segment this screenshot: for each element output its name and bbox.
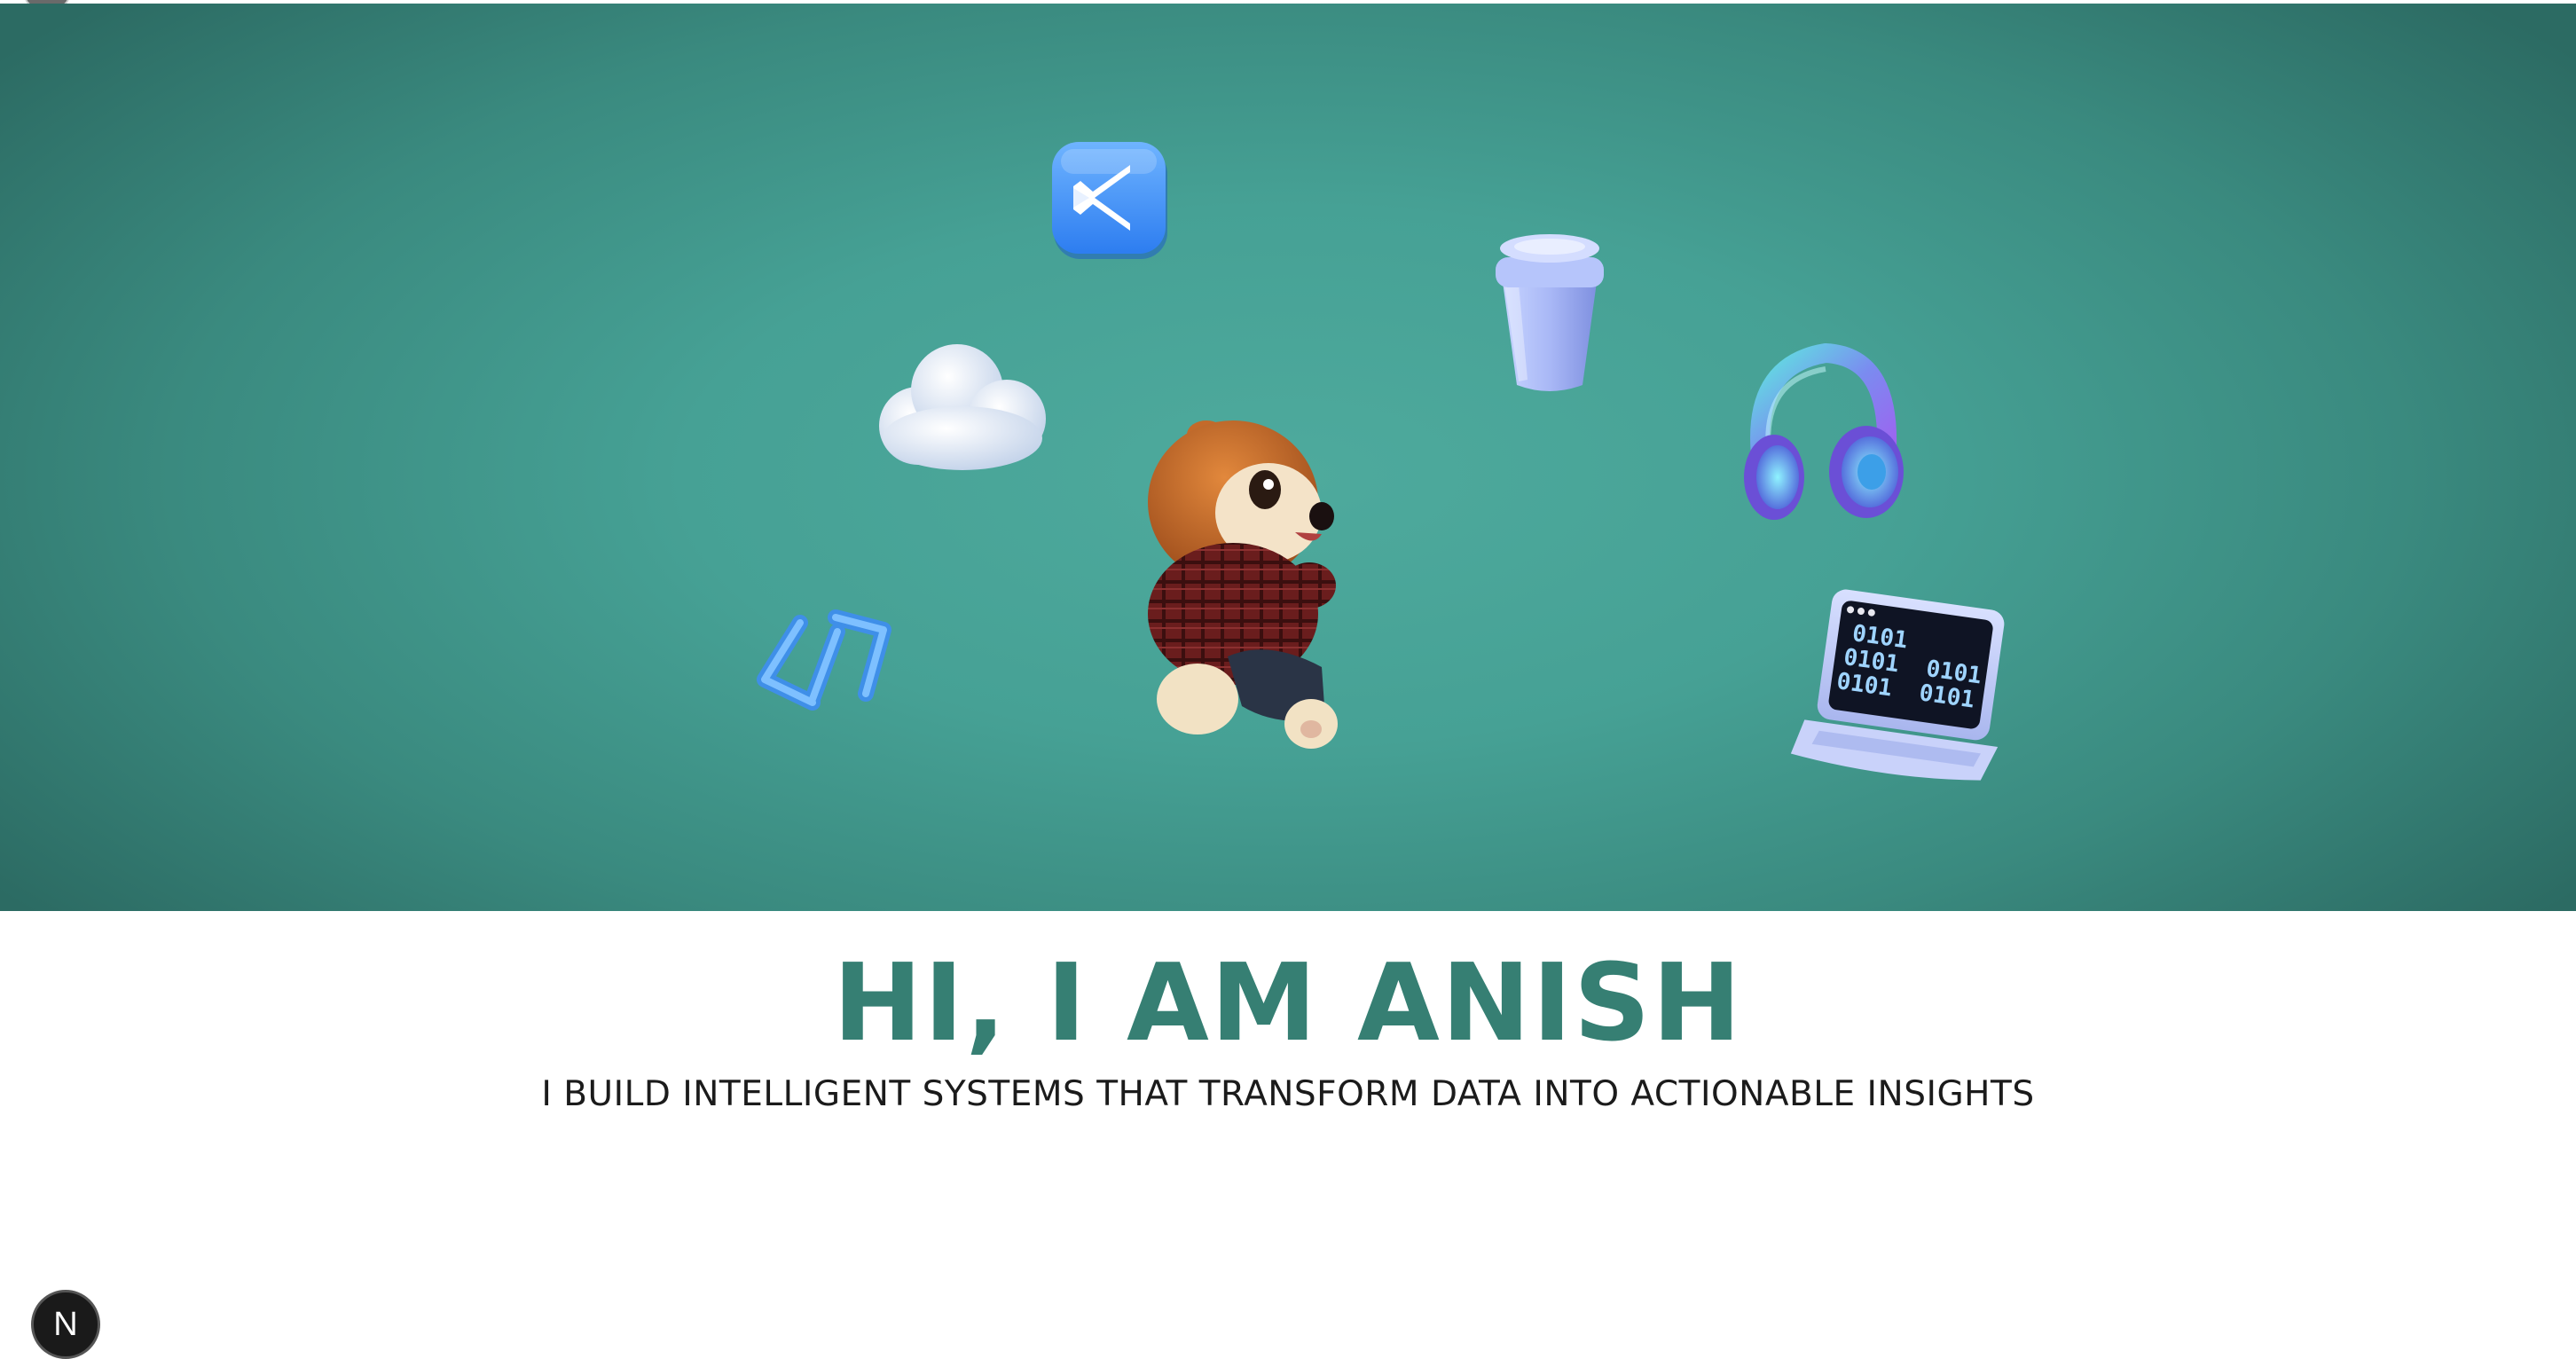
hero-greeting: HI, I AM ANISH — [833, 942, 1743, 1065]
hamster-character — [1135, 417, 1348, 754]
cloud-icon — [865, 334, 1053, 475]
nextjs-dev-indicator-button[interactable]: N — [31, 1290, 100, 1359]
headphones-icon — [1737, 330, 1905, 534]
code-brackets-icon — [750, 603, 901, 719]
nextjs-dev-indicator-icon: N — [53, 1306, 78, 1343]
vscode-icon — [1048, 138, 1173, 263]
laptop-icon: 0101 0101 0101 0101 0101 — [1787, 589, 2014, 786]
hero-tagline: I BUILD INTELLIGENT SYSTEMS THAT TRANSFO… — [541, 1074, 2035, 1114]
coffee-cup-icon — [1483, 229, 1616, 397]
hero-banner: 0101 0101 0101 0101 0101 — [0, 4, 2576, 911]
